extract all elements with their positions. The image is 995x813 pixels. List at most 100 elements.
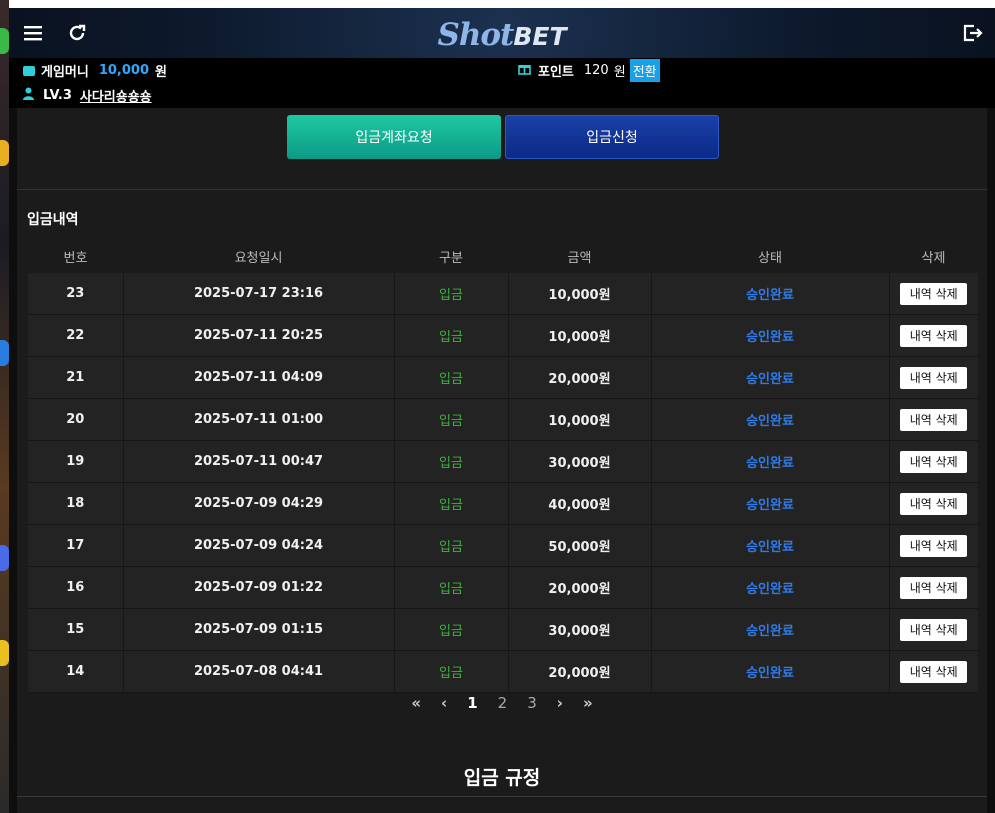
deposit-panel: 입금계좌요청 입금신청 입금내역 번호 요청일시 구분 금액 상태 삭제 23 … bbox=[17, 108, 987, 813]
row-type: 입금 bbox=[393, 440, 508, 483]
row-delete-cell: 내역 삭제 bbox=[888, 440, 978, 483]
point-value: 120 bbox=[583, 63, 609, 78]
row-number: 19 bbox=[28, 440, 123, 483]
row-delete-cell: 내역 삭제 bbox=[888, 273, 978, 315]
row-type: 입금 bbox=[393, 314, 508, 357]
deposit-history-title: 입금내역 bbox=[27, 212, 79, 228]
row-amount: 50,000원 bbox=[507, 524, 651, 567]
deposit-request-button[interactable]: 입금신청 bbox=[505, 115, 719, 159]
user-level: LV.3 bbox=[43, 88, 72, 103]
delete-history-button[interactable]: 내역 삭제 bbox=[900, 618, 968, 641]
point-unit: 원 bbox=[613, 65, 626, 80]
site-logo[interactable]: ShotBET bbox=[437, 17, 566, 53]
page-3-link[interactable]: 3 bbox=[527, 694, 537, 712]
column-header-date: 요청일시 bbox=[234, 250, 283, 266]
row-number: 20 bbox=[28, 398, 123, 441]
row-amount: 10,000원 bbox=[507, 314, 651, 357]
hamburger-menu-icon[interactable] bbox=[20, 20, 46, 46]
site-header: ShotBET bbox=[9, 8, 995, 58]
row-type: 입금 bbox=[393, 356, 508, 399]
user-info-bar: LV.3 사다리숑숑숑 bbox=[9, 83, 503, 108]
row-status: 승인완료 bbox=[650, 524, 889, 567]
delete-history-button[interactable]: 내역 삭제 bbox=[900, 492, 968, 515]
column-header-number: 번호 bbox=[63, 250, 88, 266]
game-money-unit: 원 bbox=[155, 65, 167, 80]
user-nickname[interactable]: 사다리숑숑숑 bbox=[80, 86, 152, 105]
logout-icon[interactable] bbox=[960, 20, 986, 46]
row-amount: 20,000원 bbox=[507, 566, 651, 609]
column-header-delete: 삭제 bbox=[921, 250, 946, 266]
next-page-button[interactable]: › bbox=[557, 694, 563, 712]
desktop-app-icon[interactable] bbox=[0, 140, 9, 166]
row-delete-cell: 내역 삭제 bbox=[888, 650, 978, 693]
window-top-edge bbox=[9, 0, 995, 8]
row-amount: 30,000원 bbox=[507, 440, 651, 483]
desktop-background-strip bbox=[0, 0, 9, 813]
row-date: 2025-07-17 23:16 bbox=[122, 273, 394, 315]
last-page-button[interactable]: » bbox=[583, 694, 593, 712]
point-convert-button[interactable]: 전환 bbox=[629, 59, 660, 82]
row-date: 2025-07-09 01:15 bbox=[122, 608, 394, 651]
row-status: 승인완료 bbox=[650, 273, 889, 315]
row-number: 17 bbox=[28, 524, 123, 567]
table-row: 15 2025-07-09 01:15 입금 30,000원 승인완료 내역 삭… bbox=[28, 608, 978, 651]
section-divider bbox=[17, 189, 987, 190]
point-label: 포인트 bbox=[538, 65, 574, 80]
row-date: 2025-07-11 20:25 bbox=[122, 314, 394, 357]
delete-history-button[interactable]: 내역 삭제 bbox=[900, 366, 968, 389]
delete-history-button[interactable]: 내역 삭제 bbox=[900, 450, 968, 473]
deposit-rules-title: 입금 규정 bbox=[463, 767, 541, 789]
game-money-bar: 게임머니 10,000 원 bbox=[9, 58, 503, 83]
table-row: 19 2025-07-11 00:47 입금 30,000원 승인완료 내역 삭… bbox=[28, 440, 978, 483]
delete-history-button[interactable]: 내역 삭제 bbox=[900, 408, 968, 431]
user-icon bbox=[23, 87, 34, 104]
delete-history-button[interactable]: 내역 삭제 bbox=[900, 576, 968, 599]
table-row: 20 2025-07-11 01:00 입금 10,000원 승인완료 내역 삭… bbox=[28, 398, 978, 441]
table-row: 22 2025-07-11 20:25 입금 10,000원 승인완료 내역 삭… bbox=[28, 314, 978, 357]
delete-history-button[interactable]: 내역 삭제 bbox=[900, 660, 968, 683]
game-money-value: 10,000 bbox=[98, 63, 150, 78]
delete-history-button[interactable]: 내역 삭제 bbox=[900, 282, 968, 305]
row-delete-cell: 내역 삭제 bbox=[888, 608, 978, 651]
desktop-app-icon[interactable] bbox=[0, 28, 9, 54]
desktop-app-icon[interactable] bbox=[0, 640, 9, 666]
point-bar: 포인트 120 원 전환 bbox=[503, 58, 995, 83]
row-status: 승인완료 bbox=[650, 356, 889, 399]
row-delete-cell: 내역 삭제 bbox=[888, 356, 978, 399]
deposit-account-request-button[interactable]: 입금계좌요청 bbox=[287, 115, 501, 159]
user-bar-filler bbox=[503, 82, 995, 108]
table-row: 23 2025-07-17 23:16 입금 10,000원 승인완료 내역 삭… bbox=[28, 273, 978, 315]
table-row: 14 2025-07-08 04:41 입금 20,000원 승인완료 내역 삭… bbox=[28, 650, 978, 693]
desktop-app-icon[interactable] bbox=[0, 545, 9, 571]
row-amount: 20,000원 bbox=[507, 650, 651, 693]
desktop-app-icon[interactable] bbox=[0, 340, 9, 366]
row-delete-cell: 내역 삭제 bbox=[888, 398, 978, 441]
delete-history-button[interactable]: 내역 삭제 bbox=[900, 534, 968, 557]
prev-page-button[interactable]: ‹ bbox=[441, 694, 447, 712]
row-type: 입금 bbox=[393, 524, 508, 567]
row-date: 2025-07-09 04:24 bbox=[122, 524, 394, 567]
logo-bet-text: BET bbox=[513, 22, 567, 51]
row-date: 2025-07-11 04:09 bbox=[122, 356, 394, 399]
row-type: 입금 bbox=[393, 482, 508, 525]
row-type: 입금 bbox=[393, 608, 508, 651]
refresh-icon[interactable] bbox=[64, 20, 90, 46]
row-type: 입금 bbox=[393, 273, 508, 315]
column-header-amount: 금액 bbox=[567, 250, 592, 266]
row-status: 승인완료 bbox=[650, 566, 889, 609]
row-amount: 30,000원 bbox=[507, 608, 651, 651]
page-2-link[interactable]: 2 bbox=[498, 694, 508, 712]
first-page-button[interactable]: « bbox=[411, 694, 421, 712]
rules-divider bbox=[17, 796, 987, 797]
row-type: 입금 bbox=[393, 566, 508, 609]
row-delete-cell: 내역 삭제 bbox=[888, 482, 978, 525]
pagination: « ‹ 1 2 3 › » bbox=[17, 691, 987, 715]
wallet-icon bbox=[23, 65, 35, 76]
row-delete-cell: 내역 삭제 bbox=[888, 566, 978, 609]
gift-icon bbox=[518, 62, 531, 79]
page-1-link[interactable]: 1 bbox=[467, 694, 477, 712]
row-type: 입금 bbox=[393, 650, 508, 693]
row-status: 승인완료 bbox=[650, 314, 889, 357]
delete-history-button[interactable]: 내역 삭제 bbox=[900, 324, 968, 347]
table-row: 17 2025-07-09 04:24 입금 50,000원 승인완료 내역 삭… bbox=[28, 524, 978, 567]
